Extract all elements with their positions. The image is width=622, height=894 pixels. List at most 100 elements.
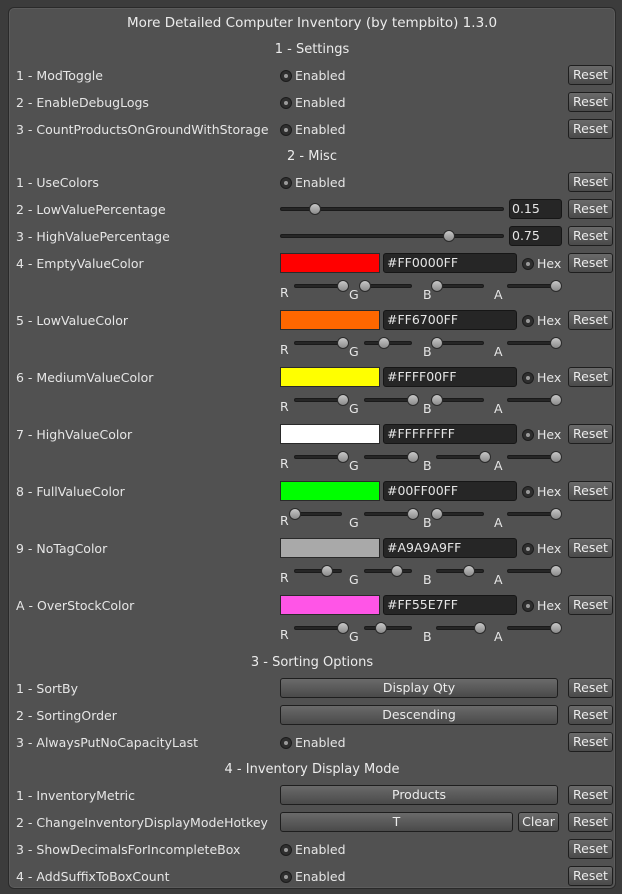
hex-color-field[interactable]: #FF55E7FF xyxy=(383,595,517,615)
channel-slider[interactable] xyxy=(364,622,412,634)
channel-slider[interactable] xyxy=(507,337,562,349)
slider-thumb[interactable] xyxy=(320,565,333,577)
channel-slider[interactable] xyxy=(436,622,487,634)
reset-button[interactable]: Reset xyxy=(568,199,613,219)
slider-thumb[interactable] xyxy=(374,622,387,634)
slider-thumb[interactable] xyxy=(550,622,562,634)
channel-slider[interactable] xyxy=(364,451,419,463)
channel-slider[interactable] xyxy=(431,280,484,292)
reset-button[interactable]: Reset xyxy=(568,678,613,698)
slider-thumb[interactable] xyxy=(550,280,562,292)
reset-button[interactable]: Reset xyxy=(568,172,613,192)
reset-button[interactable]: Reset xyxy=(568,866,613,886)
highvalue-number-field[interactable]: 0.75 xyxy=(509,226,562,246)
usecolors-checkbox[interactable]: Enabled xyxy=(280,175,346,190)
countproducts-checkbox[interactable]: Enabled xyxy=(280,122,346,137)
slider-thumb[interactable] xyxy=(390,565,403,577)
slider-thumb[interactable] xyxy=(431,508,443,520)
channel-slider[interactable] xyxy=(436,451,491,463)
sortby-selector-button[interactable]: Display Qty xyxy=(280,678,558,698)
slider-thumb[interactable] xyxy=(550,451,562,463)
color-swatch[interactable] xyxy=(280,253,380,273)
channel-slider[interactable] xyxy=(289,508,342,520)
reset-button[interactable]: Reset xyxy=(568,424,613,444)
reset-button[interactable]: Reset xyxy=(568,481,613,501)
channel-slider[interactable] xyxy=(364,565,412,577)
hex-color-field[interactable]: #00FF00FF xyxy=(383,481,517,501)
hex-color-field[interactable]: #FF6700FF xyxy=(383,310,517,330)
color-swatch[interactable] xyxy=(280,367,380,387)
reset-button[interactable]: Reset xyxy=(568,839,613,859)
sortingorder-selector-button[interactable]: Descending xyxy=(280,705,558,725)
addsuffix-checkbox[interactable]: Enabled xyxy=(280,869,346,884)
reset-button[interactable]: Reset xyxy=(568,595,613,615)
channel-slider[interactable] xyxy=(364,394,419,406)
slider-thumb[interactable] xyxy=(550,337,562,349)
slider-thumb[interactable] xyxy=(289,508,301,520)
hex-toggle-checkbox[interactable]: Hex xyxy=(522,427,561,442)
slider-thumb[interactable] xyxy=(443,230,455,242)
reset-button[interactable]: Reset xyxy=(568,253,613,273)
nocapacitylast-checkbox[interactable]: Enabled xyxy=(280,735,346,750)
slider-thumb[interactable] xyxy=(479,451,491,463)
lowvalue-number-field[interactable]: 0.15 xyxy=(509,199,562,219)
slider-thumb[interactable] xyxy=(431,337,443,349)
reset-button[interactable]: Reset xyxy=(568,705,613,725)
slider-thumb[interactable] xyxy=(550,394,562,406)
reset-button[interactable]: Reset xyxy=(568,367,613,387)
slider-thumb[interactable] xyxy=(550,565,562,577)
slider-thumb[interactable] xyxy=(474,622,487,634)
hex-toggle-checkbox[interactable]: Hex xyxy=(522,370,561,385)
channel-slider[interactable] xyxy=(431,508,484,520)
channel-slider[interactable] xyxy=(294,280,349,292)
reset-button[interactable]: Reset xyxy=(568,65,613,85)
channel-slider[interactable] xyxy=(364,508,419,520)
channel-slider[interactable] xyxy=(294,622,349,634)
channel-slider[interactable] xyxy=(507,451,562,463)
channel-slider[interactable] xyxy=(436,565,484,577)
hex-color-field[interactable]: #FFFFFFFF xyxy=(383,424,517,444)
channel-slider[interactable] xyxy=(431,337,484,349)
slider-thumb[interactable] xyxy=(407,394,419,406)
showdecimals-checkbox[interactable]: Enabled xyxy=(280,842,346,857)
slider-thumb[interactable] xyxy=(337,280,349,292)
channel-slider[interactable] xyxy=(294,565,342,577)
slider-thumb[interactable] xyxy=(431,394,443,406)
modtoggle-checkbox[interactable]: Enabled xyxy=(280,68,346,83)
lowvalue-slider[interactable] xyxy=(280,203,504,215)
slider-thumb[interactable] xyxy=(359,280,371,292)
reset-button[interactable]: Reset xyxy=(568,310,613,330)
reset-button[interactable]: Reset xyxy=(568,785,613,805)
reset-button[interactable]: Reset xyxy=(568,732,613,752)
slider-thumb[interactable] xyxy=(407,451,419,463)
slider-thumb[interactable] xyxy=(378,337,391,349)
channel-slider[interactable] xyxy=(507,508,562,520)
slider-thumb[interactable] xyxy=(337,451,349,463)
reset-button[interactable]: Reset xyxy=(568,119,613,139)
slider-thumb[interactable] xyxy=(337,337,349,349)
hex-toggle-checkbox[interactable]: Hex xyxy=(522,598,561,613)
channel-slider[interactable] xyxy=(294,451,349,463)
slider-thumb[interactable] xyxy=(337,622,349,634)
enabledebuglogs-checkbox[interactable]: Enabled xyxy=(280,95,346,110)
channel-slider[interactable] xyxy=(507,565,562,577)
channel-slider[interactable] xyxy=(359,280,412,292)
hex-toggle-checkbox[interactable]: Hex xyxy=(522,256,561,271)
color-swatch[interactable] xyxy=(280,481,380,501)
hex-toggle-checkbox[interactable]: Hex xyxy=(522,484,561,499)
slider-thumb[interactable] xyxy=(550,508,562,520)
channel-slider[interactable] xyxy=(294,394,349,406)
slider-thumb[interactable] xyxy=(431,280,443,292)
channel-slider[interactable] xyxy=(294,337,349,349)
slider-thumb[interactable] xyxy=(407,508,419,520)
slider-thumb[interactable] xyxy=(337,394,349,406)
slider-thumb[interactable] xyxy=(462,565,475,577)
hex-color-field[interactable]: #FFFF00FF xyxy=(383,367,517,387)
reset-button[interactable]: Reset xyxy=(568,538,613,558)
color-swatch[interactable] xyxy=(280,595,380,615)
hex-color-field[interactable]: #FF0000FF xyxy=(383,253,517,273)
slider-thumb[interactable] xyxy=(308,203,321,215)
channel-slider[interactable] xyxy=(507,622,562,634)
channel-slider[interactable] xyxy=(507,280,562,292)
reset-button[interactable]: Reset xyxy=(568,226,613,246)
